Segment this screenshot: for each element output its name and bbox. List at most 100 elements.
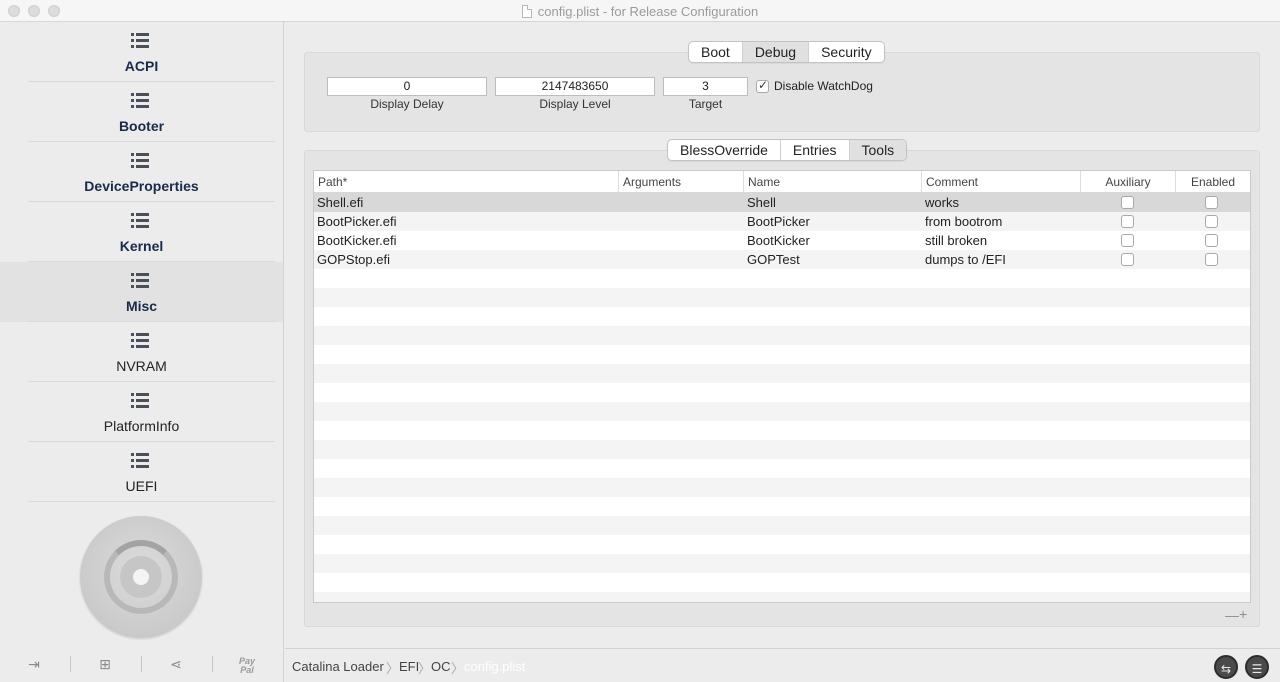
display-delay-field[interactable]: 0 [327, 77, 487, 96]
target-label: Target [688, 97, 723, 111]
tab-security[interactable]: Security [809, 42, 884, 62]
column-header-auxiliary[interactable]: Auxiliary [1081, 171, 1176, 193]
sidebar-item-label: UEFI [125, 478, 158, 494]
cell-path: BootPicker.efi [317, 214, 397, 229]
list-icon [131, 333, 149, 349]
list-icon [131, 453, 149, 469]
path-bar: Catalina Loader 〉 EFI 〉 OC 〉 config.plis… [285, 648, 1280, 682]
sidebar-toolbar: ⇥ ⊞ ⋖ Pay Pal [0, 646, 283, 682]
cell-name: GOPTest [747, 252, 800, 267]
disable-watchdog-label: Disable WatchDog [774, 79, 873, 93]
import-icon[interactable]: ⇥ [24, 654, 44, 674]
column-header-arguments[interactable]: Arguments [619, 171, 744, 193]
cell-arguments [619, 193, 622, 212]
cell-name: BootPicker [747, 214, 810, 229]
cell-comment: from bootrom [925, 214, 1003, 229]
sidebar-item-uefi[interactable]: UEFI [0, 442, 283, 502]
sidebar-item-booter[interactable]: Booter [0, 82, 283, 142]
list-icon [131, 153, 149, 169]
cell-path: GOPStop.efi [317, 252, 390, 267]
column-header-path[interactable]: Path* [314, 171, 619, 193]
table-row[interactable]: BootPicker.efi BootPicker from bootrom [314, 212, 1250, 231]
sidebar-item-kernel[interactable]: Kernel [0, 202, 283, 262]
top-tab-bar: Boot Debug Security [688, 41, 885, 63]
sidebar-item-acpi[interactable]: ACPI [0, 22, 283, 82]
tab-tools[interactable]: Tools [849, 140, 907, 160]
sidebar-item-label: NVRAM [116, 358, 167, 374]
display-level-label: Display Level [539, 97, 611, 111]
display-delay-label: Display Delay [370, 97, 444, 111]
cell-comment: still broken [925, 233, 988, 248]
enabled-checkbox[interactable] [1205, 215, 1218, 228]
window-title-text: config.plist - for Release Configuration [537, 4, 759, 19]
sidebar-item-label: DeviceProperties [84, 178, 199, 194]
table-row[interactable]: Shell.efi Shell works [314, 193, 1250, 212]
main-content: Boot Debug Security 0 Display Delay 2147… [285, 22, 1280, 682]
breadcrumb-config-plist[interactable]: config.plist [464, 659, 525, 674]
auxiliary-checkbox[interactable] [1121, 253, 1134, 266]
sidebar-item-label: Booter [118, 118, 165, 134]
display-level-field[interactable]: 2147483650 [495, 77, 655, 96]
list-icon [131, 213, 149, 229]
auxiliary-checkbox[interactable] [1121, 234, 1134, 247]
gear-logo-icon [80, 516, 202, 638]
chevron-right-icon: 〉 [386, 661, 400, 676]
chevron-right-icon: 〉 [418, 661, 432, 676]
tab-entries[interactable]: Entries [781, 140, 850, 160]
new-document-icon[interactable]: ⊞ [95, 654, 115, 674]
sidebar-item-label: Misc [125, 298, 158, 314]
cell-comment: works [925, 195, 959, 210]
sidebar-item-platforminfo[interactable]: PlatformInfo [0, 382, 283, 442]
remove-row-button[interactable]: — [1225, 607, 1239, 623]
column-header-name[interactable]: Name [744, 171, 922, 193]
cell-path: BootKicker.efi [317, 233, 397, 248]
sidebar-item-label: Kernel [119, 238, 164, 254]
tab-boot[interactable]: Boot [689, 42, 743, 62]
sidebar-item-label: ACPI [124, 58, 159, 74]
breadcrumb-efi[interactable]: EFI [399, 659, 419, 674]
list-icon [131, 273, 149, 289]
sidebar-item-label: PlatformInfo [103, 418, 180, 434]
cell-arguments [619, 212, 622, 231]
tab-debug[interactable]: Debug [742, 42, 810, 62]
enabled-checkbox[interactable] [1205, 253, 1218, 266]
share-icon[interactable]: ⋖ [166, 654, 186, 674]
list-icon[interactable]: ☰ [1245, 655, 1269, 679]
cell-arguments [619, 250, 622, 269]
cell-name: BootKicker [747, 233, 810, 248]
paypal-line2: Pal [240, 665, 254, 675]
window-title: config.plist - for Release Configuration [0, 4, 1280, 19]
breadcrumb-catalina-loader[interactable]: Catalina Loader [292, 659, 384, 674]
enabled-checkbox[interactable] [1205, 234, 1218, 247]
sidebar-item-nvram[interactable]: NVRAM [0, 322, 283, 382]
enabled-checkbox[interactable] [1205, 196, 1218, 209]
chevron-right-icon: 〉 [451, 661, 465, 676]
auxiliary-checkbox[interactable] [1121, 196, 1134, 209]
disable-watchdog-checkbox[interactable] [756, 78, 769, 93]
cell-comment: dumps to /EFI [925, 252, 1006, 267]
auxiliary-checkbox[interactable] [1121, 215, 1134, 228]
cell-name: Shell [747, 195, 776, 210]
table-header: Path* Arguments Name Comment Auxiliary E… [314, 171, 1250, 193]
cell-arguments [619, 231, 622, 250]
list-icon [131, 33, 149, 49]
sidebar-item-deviceproperties[interactable]: DeviceProperties [0, 142, 283, 202]
list-icon [131, 93, 149, 109]
swap-arrows-icon[interactable]: ⇆ [1214, 655, 1238, 679]
column-header-enabled[interactable]: Enabled [1176, 171, 1250, 193]
title-bar: config.plist - for Release Configuration [0, 0, 1280, 22]
table-row[interactable]: BootKicker.efi BootKicker still broken [314, 231, 1250, 250]
cell-path: Shell.efi [317, 195, 364, 210]
breadcrumb-oc[interactable]: OC [431, 659, 451, 674]
tools-table: Path* Arguments Name Comment Auxiliary E… [313, 170, 1251, 603]
table-row[interactable]: GOPStop.efi GOPTest dumps to /EFI [314, 250, 1250, 269]
list-icon [131, 393, 149, 409]
sidebar-item-misc[interactable]: Misc [0, 262, 283, 322]
add-row-button[interactable]: + [1239, 606, 1247, 622]
target-field[interactable]: 3 [663, 77, 748, 96]
lower-tab-bar: BlessOverride Entries Tools [667, 139, 908, 161]
sidebar: ACPI Booter DeviceProperties Kernel Misc… [0, 22, 284, 682]
paypal-donate-button[interactable]: Pay Pal [237, 657, 257, 677]
tab-blessoverride[interactable]: BlessOverride [668, 140, 781, 160]
column-header-comment[interactable]: Comment [922, 171, 1081, 193]
